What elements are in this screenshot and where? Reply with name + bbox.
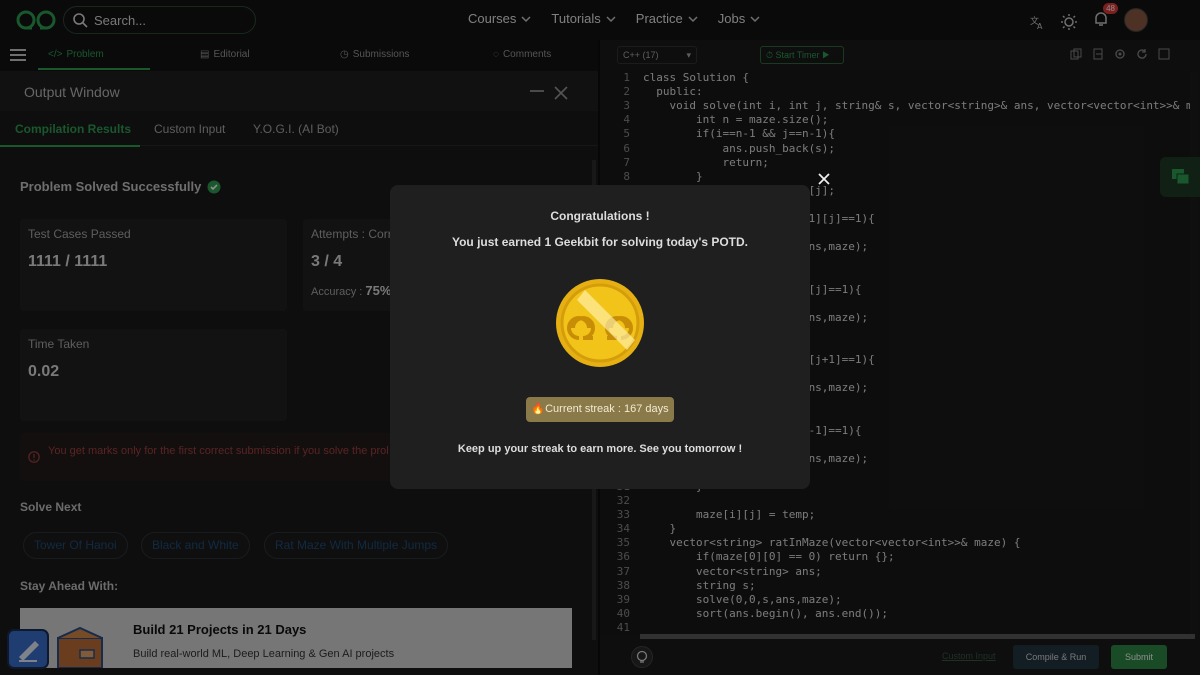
fire-icon: 🔥 <box>531 403 546 415</box>
streak-badge: 🔥Current streak : 167 days <box>526 397 674 422</box>
modal-title: Congratulations ! <box>550 209 650 223</box>
close-icon[interactable] <box>818 173 830 185</box>
streak-text: Current streak : 167 days <box>545 403 669 415</box>
geekbit-coin-icon <box>556 279 644 367</box>
modal-message: You just earned 1 Geekbit for solving to… <box>451 235 749 249</box>
modal-footer-text: Keep up your streak to earn more. See yo… <box>457 443 743 455</box>
